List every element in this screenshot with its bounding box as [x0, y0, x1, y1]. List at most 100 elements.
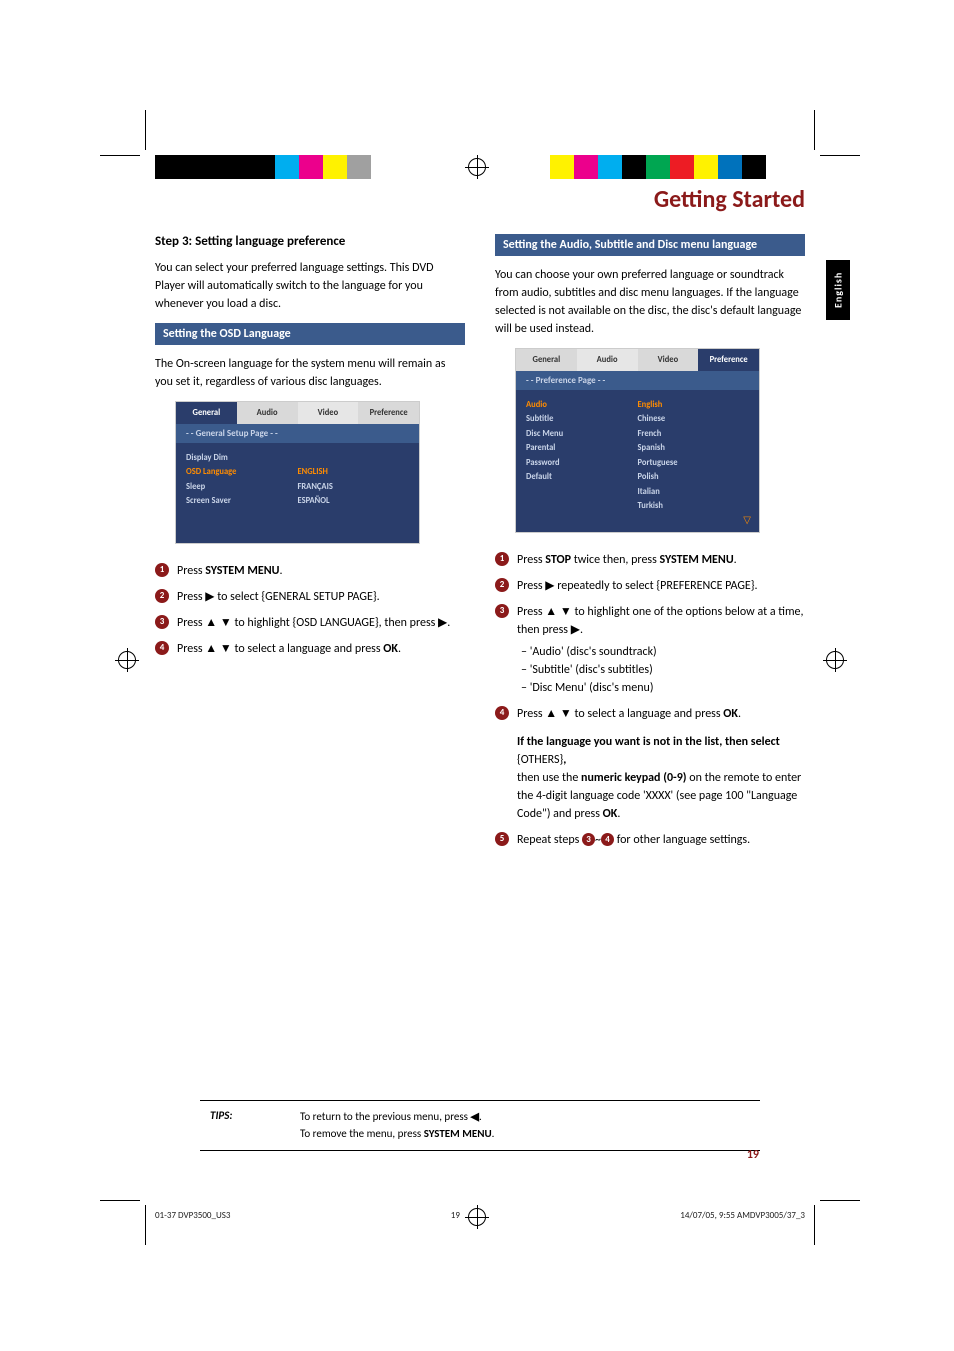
menu-value: Spanish	[638, 441, 750, 455]
menu-body: AudioEnglish SubtitleChinese Disc MenuFr…	[516, 390, 759, 532]
step-2: 2Press ▶ repeatedly to select {PREFERENC…	[495, 577, 805, 595]
scroll-down-icon: ▽	[743, 513, 751, 526]
note-bold: ,	[563, 753, 566, 767]
menu-value: ESPAÑOL	[298, 494, 410, 508]
step-5: 5Repeat steps 3~4 for other language set…	[495, 831, 805, 849]
bullet-1-icon: 1	[155, 563, 169, 577]
menu-value	[298, 451, 410, 465]
note-text: .	[617, 807, 620, 821]
menu-tab-video: Video	[298, 402, 359, 424]
step-text: Repeat steps	[517, 833, 582, 847]
note-bold: If the language you want is not in the l…	[517, 735, 780, 749]
note-bold: numeric keypad (0-9)	[581, 771, 687, 785]
crop-mark	[820, 155, 860, 156]
tips-text: .	[479, 1110, 482, 1123]
menu-breadcrumb: - - Preference Page - -	[516, 371, 759, 390]
menu-item: Screen Saver	[186, 494, 298, 508]
menu-body: Display Dim OSD LanguageENGLISH SleepFRA…	[176, 443, 419, 543]
inline-bullet-3-icon: 3	[582, 833, 595, 846]
step-keyword: SYSTEM MENU	[660, 553, 734, 567]
menu-item: Display Dim	[186, 451, 298, 465]
bullet-4-icon: 4	[155, 641, 169, 655]
page-content: Getting Started English Step 3: Setting …	[155, 185, 805, 857]
print-color-bar-left	[155, 155, 371, 179]
tips-text: .	[492, 1127, 495, 1140]
step-text: Press	[177, 564, 205, 578]
bullet-3-icon: 3	[495, 604, 509, 618]
section-intro: The On-screen language for the system me…	[155, 355, 465, 391]
tips-label: TIPS:	[200, 1109, 300, 1142]
menu-value: Turkish	[638, 499, 750, 513]
crop-mark	[814, 110, 815, 150]
menu-tab-preference: Preference	[358, 402, 419, 424]
print-footer: 01-37 DVP3500_US3 19 14/07/05, 9:55 AMDV…	[155, 1210, 805, 1221]
menu-item-highlighted: OSD Language	[186, 465, 298, 479]
menu-item: Password	[526, 456, 638, 470]
menu-value: FRANÇAIS	[298, 480, 410, 494]
step-text: Press ▲ ▼ to select a language and press	[517, 707, 723, 721]
step-text: for other language settings.	[614, 833, 750, 847]
bullet-5-icon: 5	[495, 832, 509, 846]
inline-bullet-4-icon: 4	[601, 833, 614, 846]
crop-mark	[145, 110, 146, 150]
menu-item: Subtitle	[526, 412, 638, 426]
menu-tab-video: Video	[638, 349, 699, 371]
menu-value: Portuguese	[638, 456, 750, 470]
print-color-bar-right	[550, 155, 766, 179]
menu-value: French	[638, 427, 750, 441]
bullet-4-icon: 4	[495, 706, 509, 720]
menu-value-highlighted: English	[638, 398, 750, 412]
bullet-2-icon: 2	[495, 578, 509, 592]
instruction-steps: 1 Press SYSTEM MENU. 2Press ▶ to select {…	[155, 562, 465, 658]
menu-breadcrumb: - - General Setup Page - -	[176, 424, 419, 443]
bullet-1-icon: 1	[495, 552, 509, 566]
step-text: Press ▲ ▼ to highlight one of the option…	[517, 605, 804, 637]
crop-mark	[814, 1205, 815, 1245]
step-text: Press ▲ ▼ to highlight {OSD LANGUAGE}, t…	[177, 616, 450, 630]
step-2: 2Press ▶ to select {GENERAL SETUP PAGE}.	[155, 588, 465, 606]
footer-filename: 01-37 DVP3500_US3	[155, 1210, 230, 1221]
menu-item-highlighted: Audio	[526, 398, 638, 412]
step-text: .	[398, 642, 401, 656]
page-title: Getting Started	[155, 185, 805, 214]
crop-mark	[100, 1200, 140, 1201]
footer-meta: 14/07/05, 9:55 AMDVP3005/37_3	[680, 1210, 805, 1221]
step-keyword: SYSTEM MENU	[205, 564, 279, 578]
bullet-2-icon: 2	[155, 589, 169, 603]
crop-mark	[820, 1200, 860, 1201]
menu-value: Italian	[638, 485, 750, 499]
tips-text: To remove the menu, press	[300, 1127, 424, 1140]
tips-box: TIPS: To return to the previous menu, pr…	[200, 1100, 760, 1151]
menu-tabs: General Audio Video Preference	[176, 402, 419, 424]
step-text: twice then, press	[571, 553, 660, 567]
step-3: 3Press ▲ ▼ to highlight {OSD LANGUAGE}, …	[155, 614, 465, 632]
tips-text: To return to the previous menu, press	[300, 1110, 470, 1123]
menu-item: Disc Menu	[526, 427, 638, 441]
right-column: Setting the Audio, Subtitle and Disc men…	[495, 234, 805, 857]
footer-timestamp: 14/07/05, 9:55 AM	[680, 1210, 750, 1221]
step-4: 4 Press ▲ ▼ to select a language and pres…	[155, 640, 465, 658]
step-1: 1Press STOP twice then, press SYSTEM MEN…	[495, 551, 805, 569]
intro-text: You can select your preferred language s…	[155, 259, 465, 313]
step-text: .	[738, 707, 741, 721]
menu-value: Chinese	[638, 412, 750, 426]
note-bold: OK	[603, 807, 618, 821]
footer-page: 19	[230, 1210, 680, 1221]
step-keyword: STOP	[545, 553, 571, 567]
menu-item: Parental	[526, 441, 638, 455]
step-text: .	[279, 564, 282, 578]
sub-item: – 'Disc Menu' (disc's menu)	[517, 679, 805, 697]
step-1: 1 Press SYSTEM MENU.	[155, 562, 465, 580]
registration-mark-icon	[468, 158, 486, 176]
language-tab: English	[826, 260, 850, 320]
menu-value: Polish	[638, 470, 750, 484]
tips-content: To return to the previous menu, press ◀.…	[300, 1109, 494, 1142]
note-text: {OTHERS}	[517, 753, 563, 767]
step-text: Press ▲ ▼ to select a language and press	[177, 642, 383, 656]
step-keyword: OK	[383, 642, 398, 656]
registration-mark-icon	[118, 651, 136, 669]
registration-mark-icon	[826, 651, 844, 669]
step-text: .	[734, 553, 737, 567]
left-column: Step 3: Setting language preference You …	[155, 234, 465, 857]
section-intro-right: You can choose your own preferred langua…	[495, 266, 805, 338]
